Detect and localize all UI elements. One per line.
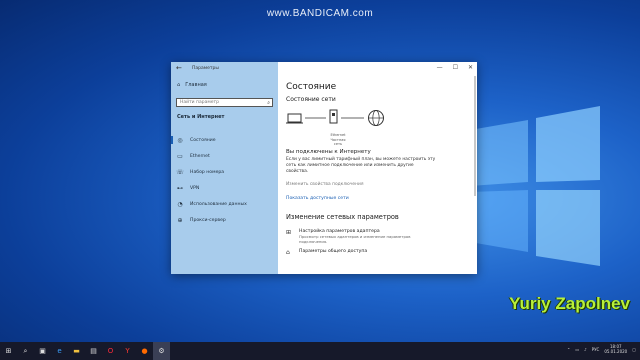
network-type: Частная сеть [330,137,346,147]
sidebar-item-vpn[interactable]: ⊷ VPN [171,180,278,196]
sharing-options-item[interactable]: ⌂ Параметры общего доступа [286,249,477,256]
ethernet-icon [329,109,338,124]
adapter-options-desc: Просмотр сетевых адаптеров и изменение п… [299,233,411,244]
internet-globe-icon [368,110,384,126]
start-icon[interactable]: ⊞ [0,342,17,360]
search-placeholder: Найти параметр [180,100,219,105]
title-bar: ← Параметры — ☐ ✕ [171,62,477,76]
sidebar-item-proxy[interactable]: ⊕ Прокси-сервер [171,212,278,228]
globe-icon: ⊕ [177,216,183,224]
laptop-icon [286,113,303,124]
network-diagram: Ethernet Частная сеть [286,107,477,146]
sidebar-home[interactable]: ⌂ Главная [177,82,207,88]
recording-watermark: www.BANDICAM.com [266,8,374,19]
yandex-icon[interactable]: Y [119,342,136,360]
globe-icon: ◎ [177,136,183,144]
home-icon: ⌂ [177,82,181,88]
search-icon: ⌕ [267,100,270,106]
sidebar: ⌂ Главная Найти параметр ⌕ Сеть и Интерн… [171,62,278,274]
window-controls: — ☐ ✕ [437,64,473,72]
clock[interactable]: 18:07 05.01.2020 [604,344,627,354]
sidebar-item-label: VPN [190,185,200,191]
sidebar-nav: ◎ Состояние ▭ Ethernet ☏ Набор номера ⊷ … [171,132,278,228]
sharing-options-title: Параметры общего доступа [299,248,368,254]
taskbar: ⊞ ⌕ ▣ e ▬ ▤ O Y ● ⚙ ⌃ ▭ ♪ РУС 18:07 05.0… [0,342,640,360]
bandicam-icon[interactable]: ● [136,342,153,360]
sharing-icon: ⌂ [286,248,290,256]
data-usage-icon: ◔ [177,200,183,208]
opera-icon[interactable]: O [102,342,119,360]
task-view-icon[interactable]: ▣ [34,342,51,360]
connection-status: Вы подключены к Интернету [286,149,371,155]
main-content: Состояние Состояние сети Ethernet Частна… [278,76,477,274]
chevron-up-icon[interactable]: ⌃ [567,347,570,352]
volume-icon[interactable]: ♪ [584,347,587,352]
search-icon[interactable]: ⌕ [17,342,34,360]
adapter-options-item[interactable]: ⊞ Настройка параметров адаптера Просмотр… [286,229,477,244]
sidebar-item-label: Набор номера [190,169,225,175]
network-icon[interactable]: ▭ [575,347,579,352]
close-icon[interactable]: ✕ [468,64,473,72]
vpn-icon: ⊷ [177,184,183,192]
edge-icon[interactable]: e [51,342,68,360]
minimize-icon[interactable]: — [437,64,443,72]
network-status-heading: Состояние сети [286,96,336,103]
author-name: Yuriy Zapolnev [509,294,630,313]
sidebar-item-label: Ethernet [190,153,210,159]
change-settings-heading: Изменение сетевых параметров [286,212,399,221]
system-tray: ⌃ ▭ ♪ РУС 18:07 05.01.2020 ▢ [567,344,636,354]
sidebar-item-label: Состояние [190,137,216,143]
monitor-icon: ▭ [177,152,183,160]
search-input[interactable]: Найти параметр ⌕ [176,98,273,107]
network-diagram-graphic [286,109,384,126]
sidebar-section-title: Сеть и Интернет [177,114,225,120]
sidebar-item-ethernet[interactable]: ▭ Ethernet [171,148,278,164]
clock-date: 05.01.2020 [604,349,628,354]
ethernet-label: Ethernet Частная сеть [326,133,350,147]
language-indicator[interactable]: РУС [592,347,600,352]
windows-logo [470,106,600,266]
change-properties-link[interactable]: Изменить свойства подключения [286,182,477,187]
maximize-icon[interactable]: ☐ [453,64,458,72]
back-arrow-icon[interactable]: ← [176,64,182,72]
sidebar-item-label: Использование данных [190,201,247,207]
adapter-icon: ⊞ [286,228,292,236]
show-networks-link[interactable]: Показать доступные сети [286,196,477,201]
sidebar-item-data-usage[interactable]: ◔ Использование данных [171,196,278,212]
settings-gear-icon[interactable]: ⚙ [153,342,170,360]
store-icon[interactable]: ▤ [85,342,102,360]
sidebar-item-status[interactable]: ◎ Состояние [171,132,278,148]
home-label: Главная [185,82,207,88]
scrollbar[interactable] [474,76,476,196]
sidebar-item-dialup[interactable]: ☏ Набор номера [171,164,278,180]
notifications-icon[interactable]: ▢ [632,347,636,352]
window-title: Параметры [192,66,219,71]
phone-icon: ☏ [176,168,184,176]
explorer-icon[interactable]: ▬ [68,342,85,360]
settings-window: ⌂ Главная Найти параметр ⌕ Сеть и Интерн… [171,62,477,274]
sidebar-item-label: Прокси-сервер [190,217,226,223]
connection-description: Если у вас лимитный тарифный план, вы мо… [286,157,436,175]
page-title: Состояние [286,82,337,92]
